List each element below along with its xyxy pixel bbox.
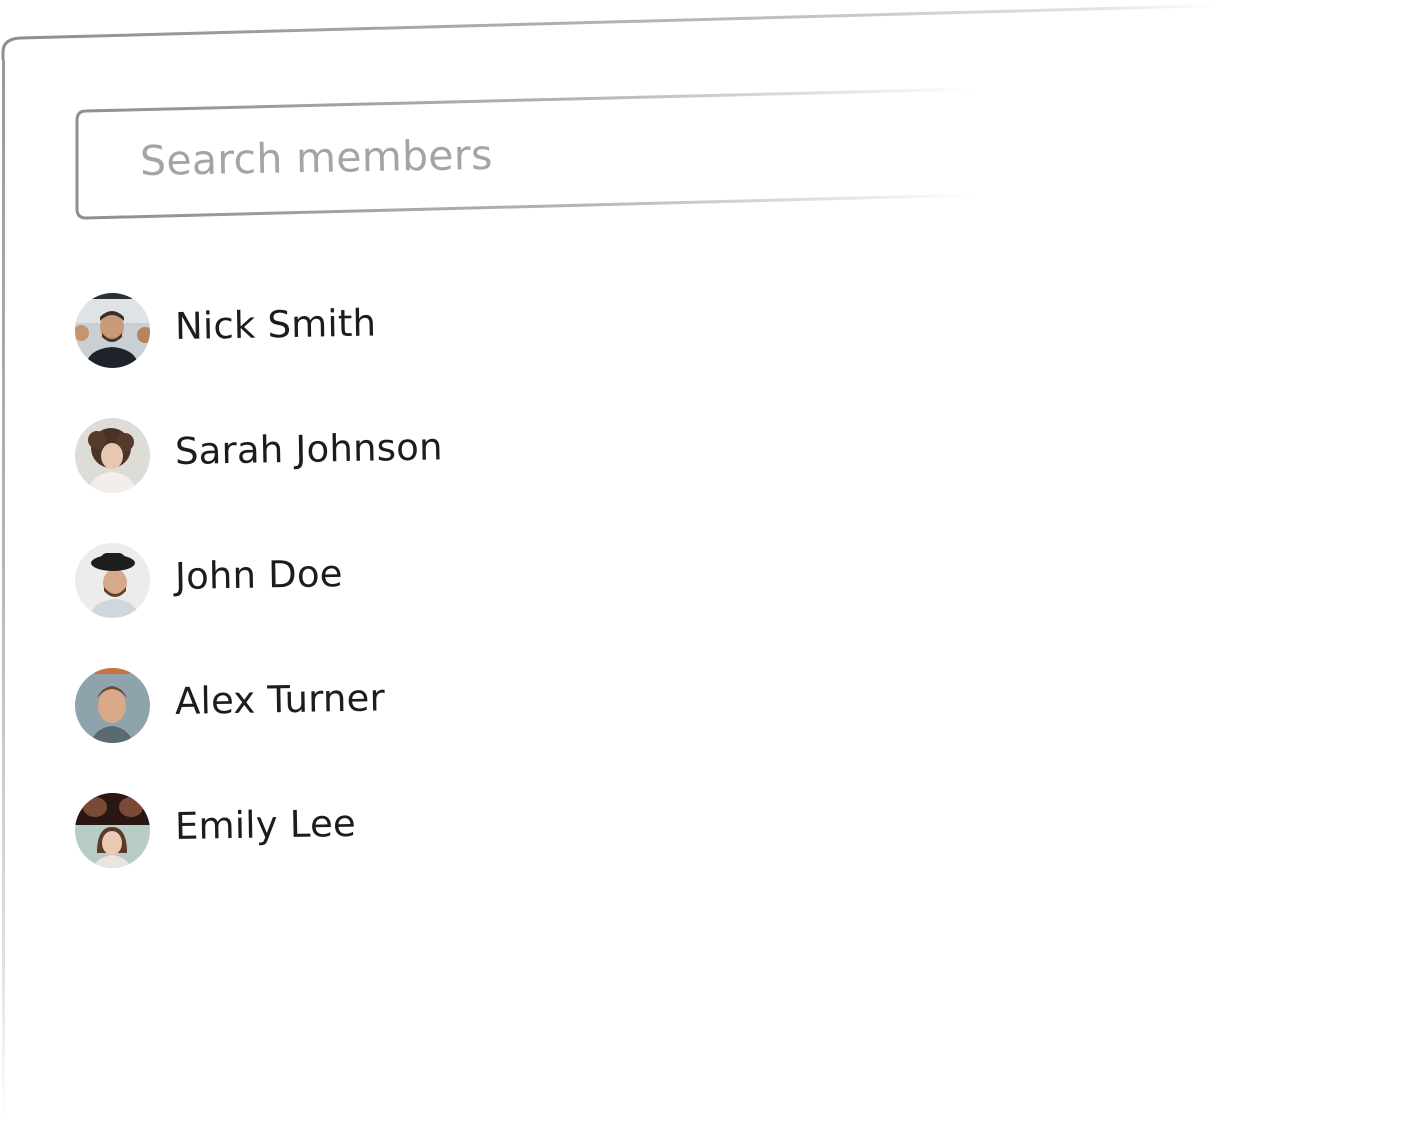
avatar [75, 668, 150, 743]
member-name: Sarah Johnson [174, 425, 444, 473]
member-list: Nick Smith Sarah Johnson John Doe Alex T… [0, 0, 1425, 1125]
avatar [75, 418, 150, 493]
member-name: Emily Lee [174, 801, 357, 848]
member-name: Nick Smith [174, 301, 377, 348]
members-panel: Search members Nick Smith Sarah Johnson … [0, 0, 1425, 1125]
avatar [75, 293, 150, 368]
avatar [75, 793, 150, 868]
member-name: John Doe [174, 552, 344, 598]
member-name: Alex Turner [174, 676, 386, 723]
avatar [75, 543, 150, 618]
